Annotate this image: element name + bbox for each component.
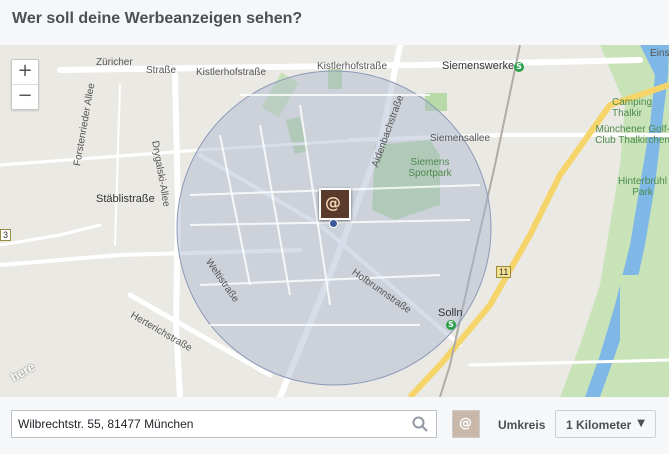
header: Wer soll deine Werbeanzeigen sehen?	[0, 0, 669, 45]
page-profile-icon: @	[459, 416, 472, 431]
place-label-golf-club: Münchener Golf-Club Thalkirchen	[595, 124, 669, 146]
zoom-out-button[interactable]: −	[12, 84, 38, 109]
search-icon[interactable]	[412, 416, 428, 432]
zoom-in-button[interactable]: +	[12, 60, 38, 84]
location-pin-dot	[329, 219, 338, 228]
place-label-einst: Einst	[650, 48, 669, 59]
address-field[interactable]	[11, 410, 437, 438]
street-label-siemensallee: Siemensallee	[430, 133, 491, 144]
address-input[interactable]	[12, 411, 414, 437]
street-label-stablistrasse: Stäblistraße	[96, 193, 155, 205]
road-number-badge: 11	[496, 266, 512, 278]
road-number-badge-left: 3	[0, 229, 12, 241]
place-label-siemens-sportpark: Siemens Sportpark	[408, 157, 452, 179]
place-label-solln: Solln	[438, 307, 463, 319]
place-label-hinterbruhl: Hinterbrühl Park	[618, 176, 667, 198]
radius-selected-value: 1 Kilometer	[566, 418, 632, 432]
page-profile-icon: @	[325, 193, 341, 212]
zoom-control: + −	[11, 59, 39, 110]
street-label-kistlerhofstrasse-a: Kistlerhofstraße	[196, 67, 267, 78]
radius-dropdown[interactable]: 1 Kilometer ▼	[555, 410, 656, 438]
radius-label: Umkreis	[498, 418, 546, 432]
location-thumbnail[interactable]: @	[452, 410, 480, 438]
sbahn-icon: S	[514, 62, 524, 72]
chevron-down-icon: ▼	[637, 418, 645, 429]
sbahn-icon: S	[446, 320, 456, 330]
place-label-camping: Camping Thalkir	[612, 97, 653, 119]
page-title: Wer soll deine Werbeanzeigen sehen?	[12, 10, 303, 27]
street-label-kistlerhofstrasse-b: Kistlerhofstraße	[317, 61, 388, 72]
location-pin-icon[interactable]: @	[319, 188, 351, 220]
street-label-strasse: Straße	[146, 65, 177, 76]
place-label-siemenswerke: Siemenswerke	[442, 60, 515, 72]
street-label-zuricher: Züricher	[96, 57, 133, 68]
